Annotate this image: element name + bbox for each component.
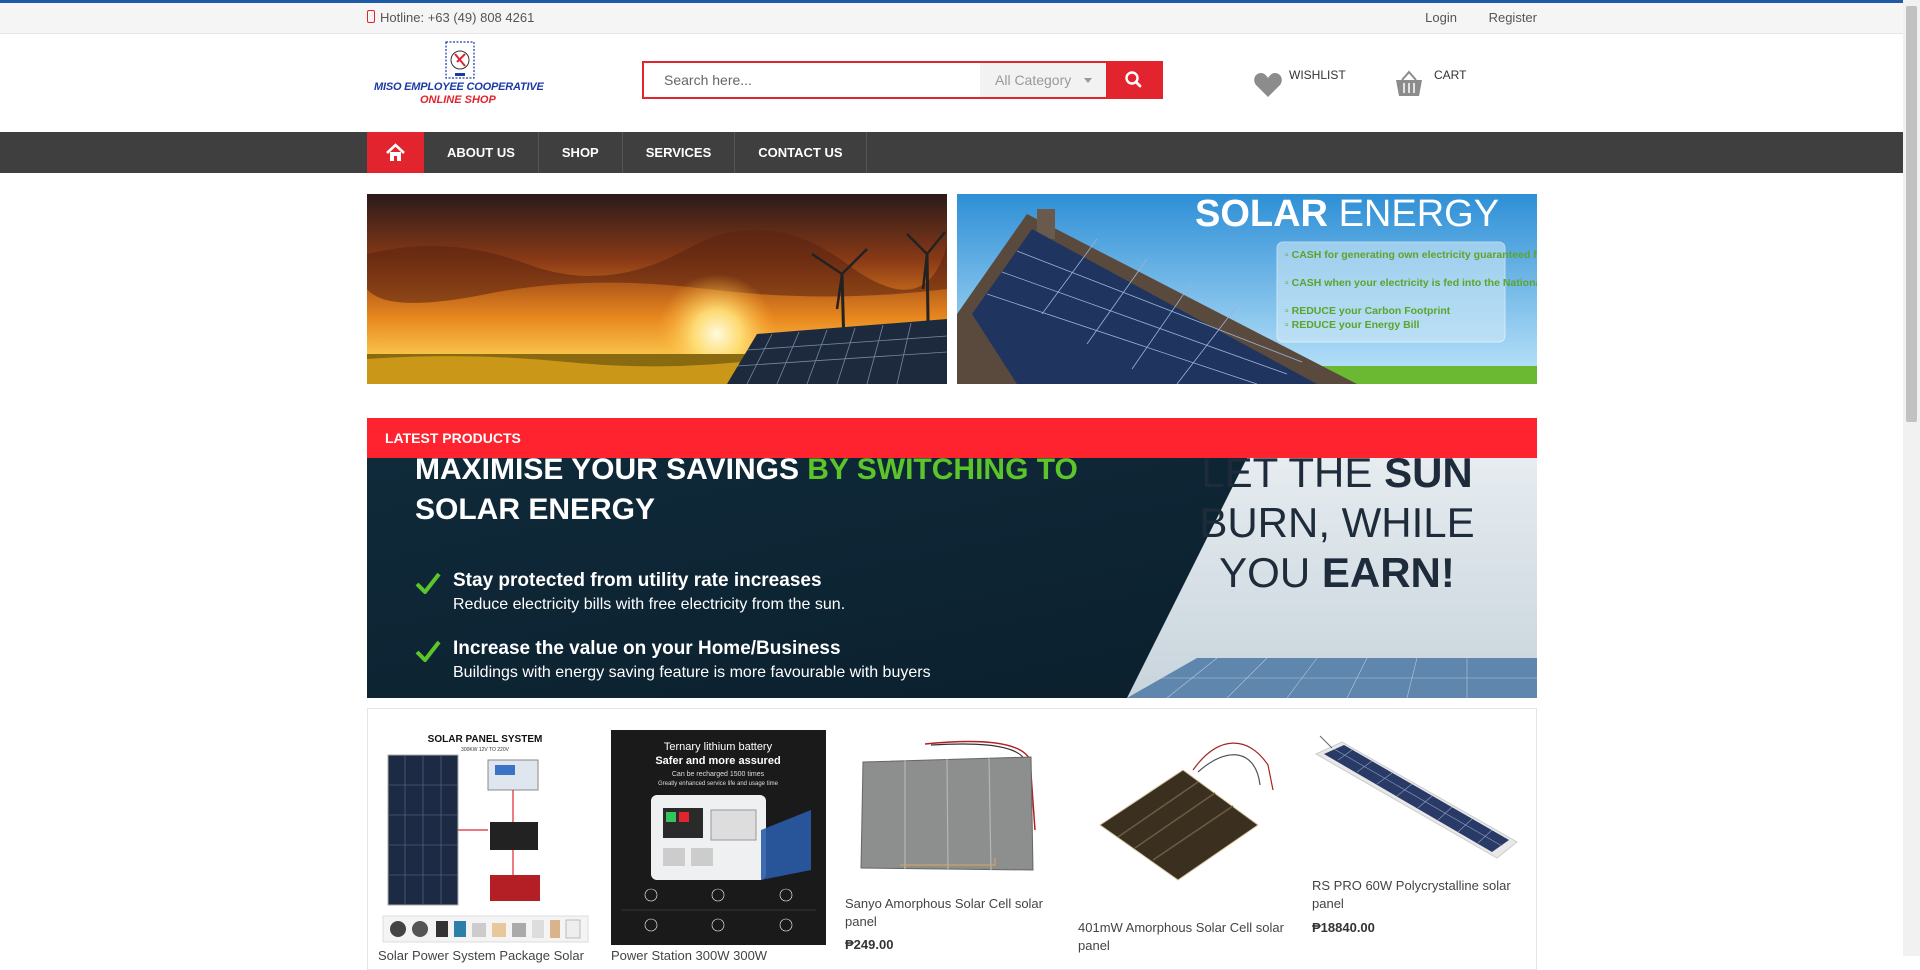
amorphous-solar-cell-image [1078,730,1293,900]
register-link[interactable]: Register [1489,10,1537,25]
hotline-text: Hotline: +63 (49) 808 4261 [380,10,535,25]
site-logo[interactable]: MISO EMPLOYEE COOPERATIVE ONLINE SHOP [370,40,550,112]
product-name[interactable]: Sanyo Amorphous Solar Cell solar panel [845,895,1055,931]
solar-title-2: ENERGY [1339,194,1499,235]
product-name[interactable]: 401mW Amorphous Solar Cell solar panel [1078,919,1288,955]
home-icon [386,143,405,161]
solar-bullet-2: ▫ CASH when your electricity is fed into… [1285,277,1537,289]
login-link[interactable]: Login [1425,10,1457,25]
solar-bullet-4: ▫ REDUCE your Energy Bill [1285,319,1419,331]
product-name[interactable]: RS PRO 60W Polycrystalline solar panel [1312,877,1522,913]
promo-item-2-title: Increase the value on your Home/Business [453,638,841,659]
page-scrollbar[interactable] [1903,0,1920,956]
product-name[interactable]: Power Station 300W 300W [611,947,821,965]
top-bar: Hotline: +63 (49) 808 4261 Login Registe… [0,3,1903,34]
promo-item-1-title: Stay protected from utility rate increas… [453,570,822,591]
logo-line-1: MISO EMPLOYEE COOPERATIVE [374,81,544,93]
main-nav: ABOUT US SHOP SERVICES CONTACT US [0,132,1903,173]
promo-headline: MAXIMISE YOUR SAVINGS BY SWITCHING TO SO… [415,458,1078,526]
basket-icon [1396,70,1422,96]
search-button[interactable] [1106,63,1161,97]
nav-contact-us[interactable]: CONTACT US [735,132,867,173]
promo-item-1-desc: Reduce electricity bills with free elect… [453,596,846,613]
latest-products-title: LATEST PRODUCTS [385,430,521,446]
solar-energy-heading: SOLAR ENERGY [1195,194,1499,235]
cart-label: CART [1434,68,1467,82]
scrollbar-thumb[interactable] [1906,6,1917,422]
nav-shop[interactable]: SHOP [539,132,623,173]
nav-about-us[interactable]: ABOUT US [424,132,539,173]
img-title: SOLAR PANEL SYSTEM [428,734,543,745]
search-input[interactable] [644,63,980,97]
search-icon [1125,71,1142,88]
sanyo-solar-cell-image [845,730,1060,880]
product-price: ₱18840.00 [1312,920,1375,935]
promo-banner[interactable]: MAXIMISE YOUR SAVINGS BY SWITCHING TO SO… [367,458,1537,698]
caret-down-icon [1084,78,1092,83]
account-links: Login Register [1397,10,1537,25]
banner-solar-energy[interactable]: SOLAR ENERGY ▫ CASH for generating own e… [957,194,1537,384]
solar-bullet-3: ▫ REDUCE your Carbon Footprint [1285,305,1451,317]
product-image[interactable] [1078,730,1293,945]
nav-services[interactable]: SERVICES [623,132,736,173]
solar-title-1: SOLAR [1195,194,1328,235]
img-sub: Safer and more assured [655,755,780,767]
heart-icon [1254,73,1282,97]
product-price: ₱249.00 [845,937,894,952]
img-line-2: Greatly enhanced service life and usage … [658,781,779,787]
logo-line-2: ONLINE SHOP [420,94,496,106]
solar-panel-system-image: SOLAR PANEL SYSTEM 300KW 12V TO 220V [378,730,593,945]
polycrystalline-solar-panel-image [1312,730,1527,880]
category-select-value: All Category [995,72,1072,88]
check-icon [415,572,441,594]
img-title: Ternary lithium battery [664,741,773,753]
promo-sun-slogan: LET THE SUN BURN, WHILE YOU EARN! [1199,458,1475,596]
product-grid: SOLAR PANEL SYSTEM 300KW 12V TO 220V Sol… [367,708,1537,970]
product-image[interactable]: SOLAR PANEL SYSTEM 300KW 12V TO 220V [378,730,593,945]
nav-home-button[interactable] [367,132,424,173]
wishlist-label: WISHLIST [1289,68,1346,82]
check-icon [415,640,441,662]
solar-bullet-1: ▫ CASH for generating own electricity gu… [1285,249,1537,261]
solar-roof-image: SOLAR ENERGY ▫ CASH for generating own e… [957,194,1537,384]
product-image[interactable]: Ternary lithium battery Safer and more a… [611,730,826,945]
img-sub: 300KW 12V TO 220V [461,747,510,753]
promo-item-2-desc: Buildings with energy saving feature is … [453,664,931,681]
latest-products-header: LATEST PRODUCTS [367,418,1537,458]
search-bar: All Category [642,61,1163,99]
hotline: Hotline: +63 (49) 808 4261 [367,10,534,25]
power-station-image: Ternary lithium battery Safer and more a… [611,730,826,945]
sunset-wind-turbine-image [367,194,947,384]
img-line-1: Can be recharged 1500 times [672,771,765,778]
category-select[interactable]: All Category [980,63,1106,97]
banner-sunset-wind[interactable] [367,194,947,384]
phone-icon [367,10,375,23]
product-name[interactable]: Solar Power System Package Solar [378,947,588,965]
coop-emblem-icon [445,41,475,79]
